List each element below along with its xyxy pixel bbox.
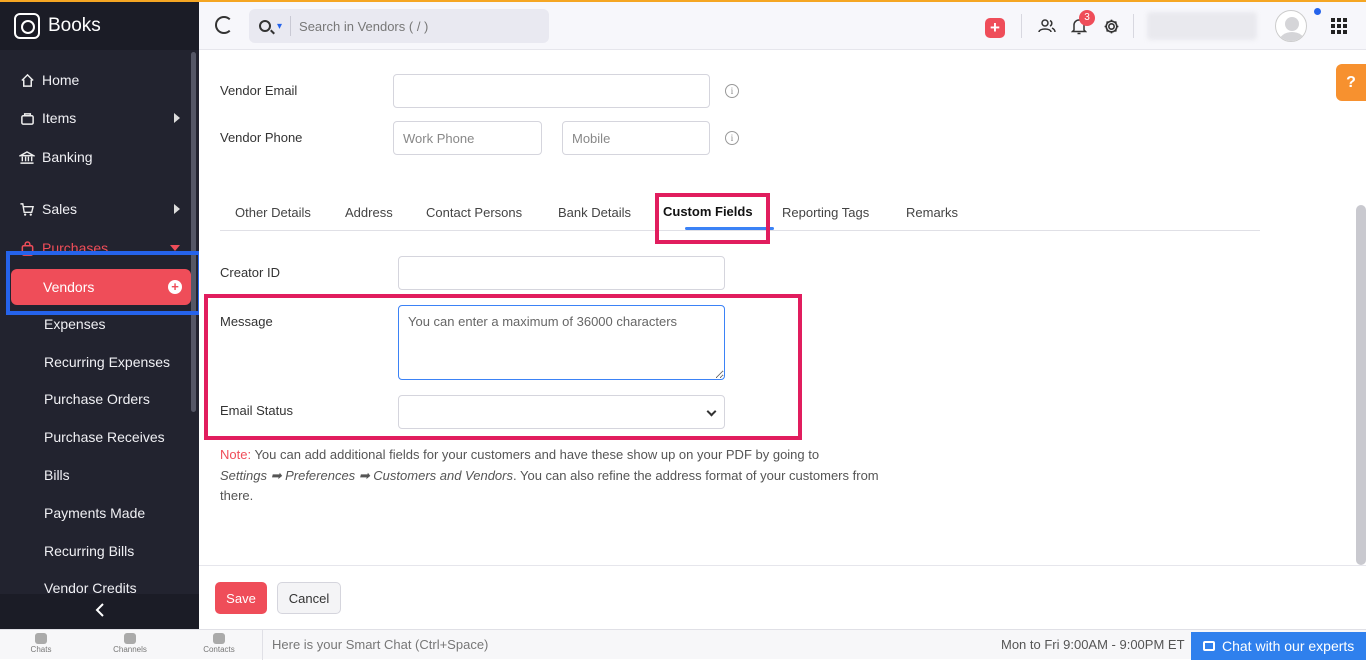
chat-with-experts-button[interactable]: Chat with our experts	[1191, 632, 1366, 660]
search-bar[interactable]: ▾	[249, 9, 549, 43]
note-text: Note: You can add additional fields for …	[220, 445, 910, 507]
sidebar-item-label: Payments Made	[44, 505, 146, 521]
app-name: Books	[48, 15, 101, 36]
info-icon[interactable]: i	[725, 131, 739, 145]
top-bar: ▾ + 3	[199, 2, 1366, 50]
sidebar-item-payments-made[interactable]: Payments Made	[0, 495, 192, 531]
tab-reporting-tags[interactable]: Reporting Tags	[782, 205, 869, 220]
tab-bank-details[interactable]: Bank Details	[558, 205, 631, 220]
sidebar-item-label: Purchase Orders	[44, 391, 150, 407]
sidebar-item-purchase-orders[interactable]: Purchase Orders	[0, 381, 192, 417]
sidebar-item-label: Recurring Expenses	[44, 354, 171, 370]
sidebar-item-label: Items	[42, 110, 77, 126]
tab-address[interactable]: Address	[345, 205, 393, 220]
divider	[1021, 14, 1022, 38]
contacts-label: Contacts	[203, 645, 235, 654]
vendor-email-label: Vendor Email	[220, 83, 298, 98]
chevron-left-icon	[95, 601, 105, 622]
brand[interactable]: Books	[0, 2, 199, 50]
sidebar: Books Home Items Banking Sales Purchases	[0, 2, 199, 629]
contacts-button[interactable]: Contacts	[189, 633, 249, 654]
divider	[1133, 14, 1134, 38]
sidebar-item-label: Purchase Receives	[44, 429, 165, 445]
form-actions: Save Cancel	[199, 565, 1366, 629]
support-hours: Mon to Fri 9:00AM - 9:00PM ET	[1001, 637, 1185, 652]
main-scrollbar[interactable]	[1356, 205, 1366, 565]
vendor-phone-label: Vendor Phone	[220, 130, 303, 145]
gear-icon[interactable]	[1101, 16, 1121, 36]
vendors-highlight-box	[6, 251, 202, 315]
chats-button[interactable]: Chats	[11, 633, 71, 654]
main-content: Vendor Email i Vendor Phone i Other Deta…	[199, 50, 1366, 565]
sidebar-item-label: Home	[42, 72, 80, 88]
sidebar-item-label: Bills	[44, 467, 70, 483]
organization-name[interactable]	[1147, 12, 1257, 40]
channels-icon	[124, 633, 136, 644]
sidebar-item-home[interactable]: Home	[0, 62, 192, 98]
books-logo-icon	[14, 13, 40, 39]
smart-chat-input[interactable]: Here is your Smart Chat (Ctrl+Space)	[262, 630, 488, 660]
sidebar-item-sales[interactable]: Sales	[0, 191, 192, 227]
vendor-email-field[interactable]	[393, 74, 710, 108]
creator-id-label: Creator ID	[220, 265, 280, 280]
sidebar-item-label: Banking	[42, 149, 93, 165]
tab-contact-persons[interactable]: Contact Persons	[426, 205, 522, 220]
help-button[interactable]: ?	[1336, 64, 1366, 101]
home-icon	[19, 72, 35, 88]
channels-label: Channels	[113, 645, 147, 654]
chat-bubble-icon	[1203, 641, 1215, 651]
cancel-button[interactable]: Cancel	[277, 582, 341, 614]
sidebar-item-banking[interactable]: Banking	[0, 139, 192, 175]
sidebar-item-label: Sales	[42, 201, 78, 217]
search-icon	[259, 20, 271, 32]
sidebar-item-items[interactable]: Items	[0, 100, 192, 136]
avatar-body	[1279, 32, 1305, 41]
contact-icon	[213, 633, 225, 644]
tab-other-details[interactable]: Other Details	[235, 205, 311, 220]
tab-remarks[interactable]: Remarks	[906, 205, 958, 220]
sidebar-item-recurring-expenses[interactable]: Recurring Expenses	[0, 344, 192, 380]
divider	[290, 16, 292, 36]
chevron-down-icon[interactable]: ▾	[277, 21, 282, 32]
users-icon[interactable]	[1037, 16, 1057, 36]
chats-label: Chats	[30, 645, 52, 654]
sidebar-item-purchase-receives[interactable]: Purchase Receives	[0, 419, 192, 455]
custom-fields-highlight-box	[655, 193, 770, 244]
note-prefix: Note:	[220, 447, 252, 462]
save-button[interactable]: Save	[215, 582, 267, 614]
quick-create-button[interactable]: +	[985, 18, 1005, 38]
sidebar-item-label: Expenses	[44, 316, 106, 332]
status-dot	[1314, 8, 1321, 15]
chat-icon	[35, 633, 47, 644]
sidebar-scrollbar[interactable]	[191, 52, 196, 412]
collapse-sidebar-button[interactable]	[0, 594, 199, 629]
chat-with-experts-label: Chat with our experts	[1222, 638, 1355, 654]
mobile-field[interactable]	[562, 121, 710, 155]
history-icon[interactable]	[215, 16, 233, 34]
sidebar-item-recurring-bills[interactable]: Recurring Bills	[0, 533, 192, 569]
app-grid-icon[interactable]	[1331, 18, 1347, 34]
avatar-head	[1285, 17, 1299, 31]
bag-icon	[19, 110, 35, 126]
avatar[interactable]	[1275, 10, 1307, 42]
bank-icon	[19, 149, 35, 165]
chevron-right-icon	[174, 204, 180, 214]
note-body: You can add additional fields for your c…	[251, 447, 820, 462]
info-icon[interactable]: i	[725, 84, 739, 98]
custom-fields-form-highlight-box	[204, 294, 802, 440]
chevron-right-icon	[174, 113, 180, 123]
channels-button[interactable]: Channels	[100, 633, 160, 654]
note-settings-path: Settings ➡ Preferences ➡ Customers and V…	[220, 467, 513, 483]
notification-badge: 3	[1079, 10, 1095, 26]
sidebar-item-bills[interactable]: Bills	[0, 457, 192, 493]
work-phone-field[interactable]	[393, 121, 542, 155]
cart-icon	[19, 201, 35, 217]
creator-id-field[interactable]	[398, 256, 725, 290]
search-input[interactable]	[299, 18, 520, 34]
sidebar-item-label: Recurring Bills	[44, 543, 135, 559]
chat-bar: Chats Channels Contacts Here is your Sma…	[0, 629, 1366, 660]
